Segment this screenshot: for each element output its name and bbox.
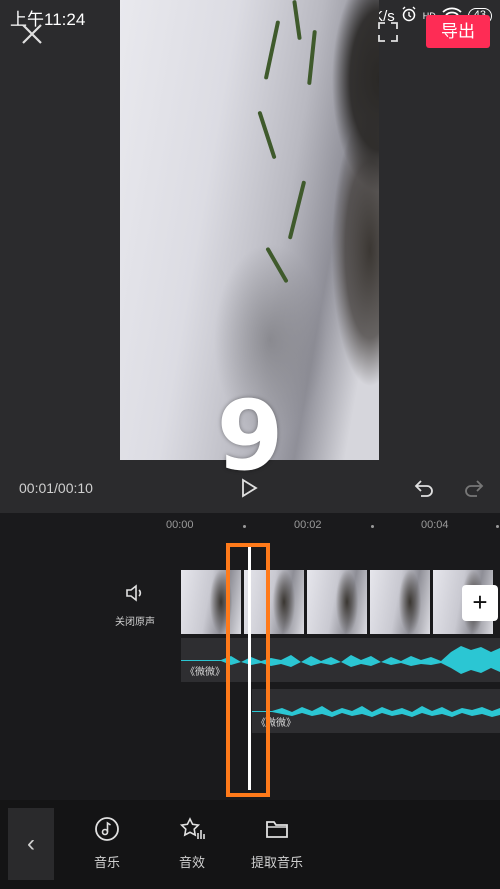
bottom-toolbar: ‹ 音乐 音效 提取音乐 <box>0 800 500 889</box>
grass-blade <box>292 0 302 41</box>
grass-blade <box>287 180 307 240</box>
mute-original-button[interactable]: 关闭原声 <box>112 582 158 628</box>
timecode: 00:01/00:10 <box>19 480 93 496</box>
music-icon <box>95 817 119 841</box>
ruler-dot <box>496 525 499 528</box>
music-tool-label: 音乐 <box>93 855 120 870</box>
time-ruler: 00:00 00:02 00:04 <box>0 513 500 537</box>
extract-music-tool-label: 提取音乐 <box>250 855 303 870</box>
redo-button[interactable] <box>462 476 486 500</box>
alarm-icon <box>401 6 417 26</box>
speaker-icon <box>126 584 142 602</box>
fullscreen-icon <box>378 22 398 42</box>
undo-button[interactable] <box>412 476 436 500</box>
sound-effect-icon <box>179 817 205 839</box>
back-button[interactable]: ‹ <box>8 808 54 880</box>
audio-track-2[interactable]: 《微微》 <box>252 689 500 733</box>
grass-blade <box>307 29 317 86</box>
ruler-label: 00:00 <box>166 519 194 531</box>
fullscreen-button[interactable] <box>376 20 400 44</box>
add-clip-button[interactable]: + <box>462 585 498 621</box>
extract-music-tool-button[interactable]: 提取音乐 <box>242 816 312 871</box>
play-icon <box>242 478 258 498</box>
undo-icon <box>414 480 433 497</box>
audio-track-label: 《微微》 <box>185 667 225 678</box>
play-button[interactable] <box>237 476 261 500</box>
grass-blade <box>265 246 289 284</box>
ruler-dot <box>243 525 246 528</box>
music-tool-button[interactable]: 音乐 <box>72 816 142 871</box>
sound-effect-tool-button[interactable]: 音效 <box>157 816 227 871</box>
ruler-dot <box>371 525 374 528</box>
grass-blade <box>263 20 281 80</box>
playhead-highlight <box>226 543 270 797</box>
close-icon <box>22 24 42 44</box>
video-frame <box>307 570 369 634</box>
video-frame <box>370 570 432 634</box>
ruler-label: 00:04 <box>421 519 449 531</box>
mute-label: 关闭原声 <box>115 617 155 628</box>
grass-blade <box>257 110 277 160</box>
folder-icon <box>266 821 288 838</box>
ruler-label: 00:02 <box>294 519 322 531</box>
export-button[interactable]: 导出 <box>426 15 490 48</box>
redo-icon <box>465 480 484 497</box>
close-button[interactable] <box>18 20 46 48</box>
sound-effect-tool-label: 音效 <box>178 855 205 870</box>
